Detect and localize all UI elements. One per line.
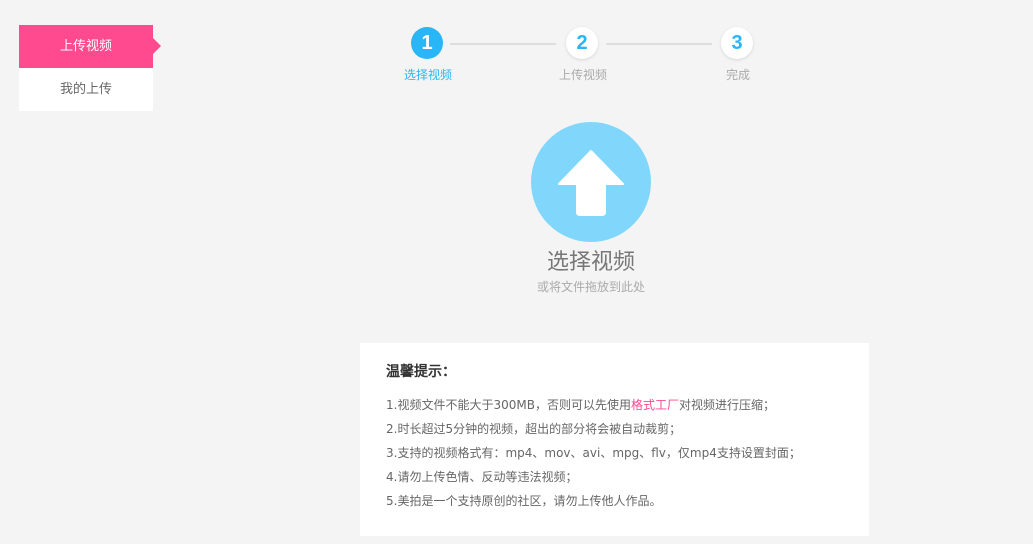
step-1-indicator: 1	[411, 27, 443, 59]
progress-steps: 1 2 3 选择视频 上传视频 完成	[0, 0, 1033, 90]
drop-hint: 或将文件拖放到此处	[536, 280, 645, 294]
tip-line-4: 4.请勿上传色情、反动等违法视频；	[386, 470, 578, 484]
tip-line-3: 3.支持的视频格式有：mp4、mov、avi、mpg、flv，仅mp4支持设置封…	[386, 446, 801, 460]
tip-text: 1.视频文件不能大于300MB，否则可以先使用	[386, 398, 631, 412]
tip-line-5: 5.美拍是一个支持原创的社区，请勿上传他人作品。	[386, 494, 662, 508]
tip-line-2: 2.时长超过5分钟的视频，超出的部分将会被自动裁剪；	[386, 422, 682, 436]
upload-arrow-icon	[558, 150, 624, 216]
tips-title: 温馨提示：	[386, 364, 456, 380]
step-connector	[606, 43, 712, 45]
step-2-label: 上传视频	[558, 68, 607, 82]
step-3-label: 完成	[725, 68, 750, 82]
upload-button[interactable]	[531, 122, 651, 242]
step-2-indicator: 2	[566, 27, 598, 59]
select-video-label[interactable]: 选择视频	[491, 244, 691, 276]
step-1-label: 选择视频	[403, 68, 452, 82]
step-3-indicator: 3	[721, 27, 753, 59]
format-factory-link[interactable]: 格式工厂	[631, 398, 679, 412]
tip-text: 对视频进行压缩；	[678, 398, 775, 412]
tip-line-1: 1.视频文件不能大于300MB，否则可以先使用格式工厂对视频进行压缩；	[386, 393, 843, 417]
tips-panel: 温馨提示： 1.视频文件不能大于300MB，否则可以先使用格式工厂对视频进行压缩…	[360, 343, 869, 536]
step-connector	[450, 43, 556, 45]
